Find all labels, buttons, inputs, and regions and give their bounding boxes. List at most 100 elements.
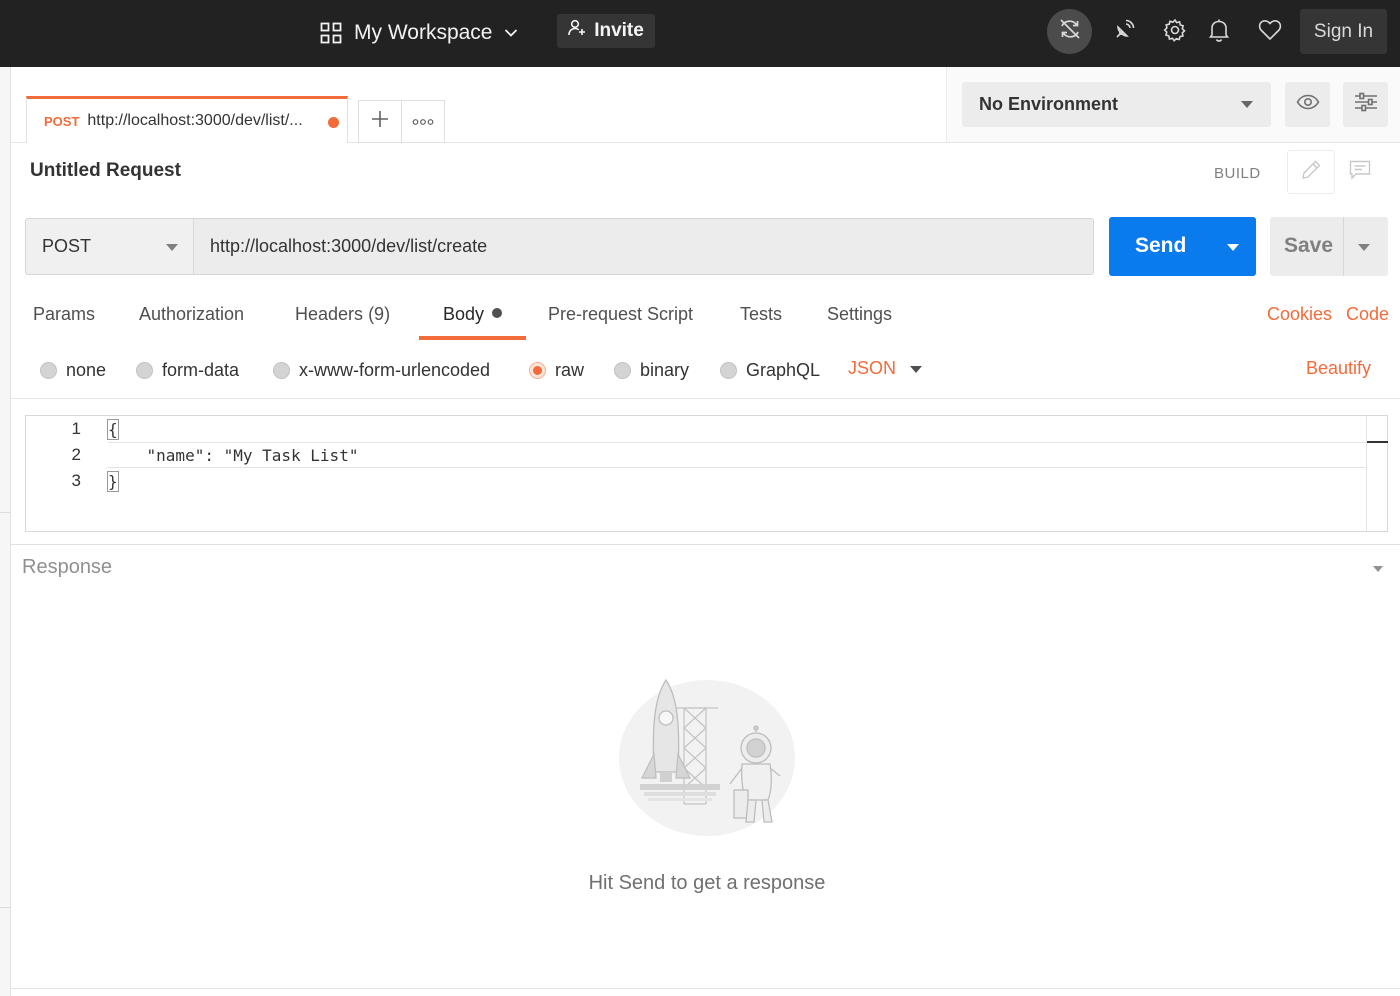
caret-down-icon: [1241, 101, 1253, 108]
settings-button[interactable]: [1155, 12, 1195, 52]
new-tab-button[interactable]: [358, 100, 401, 143]
notifications-button[interactable]: [1199, 12, 1239, 52]
bottom-border: [11, 988, 1400, 989]
response-empty-hint: Hit Send to get a response: [588, 872, 826, 894]
collapse-response-icon[interactable]: [1373, 566, 1383, 572]
tab-headers-label: Headers: [295, 304, 364, 324]
pencil-icon: [1300, 159, 1322, 186]
radio-button[interactable]: [720, 361, 737, 379]
send-options-caret-icon[interactable]: [1227, 244, 1239, 251]
body-type-raw[interactable]: raw: [529, 358, 584, 382]
radio-button[interactable]: [136, 361, 153, 379]
line-number: 2: [71, 445, 81, 464]
add-user-icon: [568, 19, 586, 43]
cookies-link[interactable]: Cookies: [1267, 304, 1332, 325]
edit-request-button[interactable]: [1287, 150, 1335, 194]
method-select[interactable]: POST: [25, 218, 194, 275]
tab-body[interactable]: Body: [443, 304, 503, 325]
invite-button[interactable]: Invite: [557, 14, 655, 48]
bell-icon: [1208, 18, 1230, 47]
rocket-astronaut-illustration: [614, 672, 800, 838]
body-code-editor[interactable]: 1 2 3 { "name": "My Task List" }: [25, 415, 1388, 532]
capture-button[interactable]: [1104, 12, 1144, 52]
line-number: 1: [71, 419, 81, 438]
plus-icon: [371, 110, 389, 133]
tab-options-button[interactable]: [401, 100, 445, 143]
gutter-divider: [0, 512, 11, 513]
save-options-caret-icon[interactable]: [1358, 244, 1370, 251]
tab-params[interactable]: Params: [33, 304, 95, 325]
scroll-thumb[interactable]: [1367, 441, 1388, 443]
gear-icon: [1163, 18, 1187, 47]
editor-scrollbar[interactable]: [1366, 416, 1388, 531]
code-line: }: [107, 471, 119, 492]
section-divider: [11, 398, 1400, 399]
radio-label: binary: [640, 359, 690, 380]
code-line: {: [107, 419, 119, 440]
tab-body-label: Body: [443, 304, 485, 324]
tab-method: POST: [44, 113, 80, 129]
send-label: Send: [1135, 234, 1187, 257]
body-format-select[interactable]: JSON: [848, 358, 896, 379]
unsaved-dot-icon: [328, 117, 339, 128]
radio-label: none: [66, 359, 107, 380]
save-label: Save: [1284, 234, 1334, 257]
tab-tests[interactable]: Tests: [740, 304, 782, 325]
body-type-urlencoded[interactable]: x-www-form-urlencoded: [273, 358, 490, 382]
invite-label: Invite: [594, 20, 644, 41]
caret-down-icon: [166, 244, 178, 251]
radio-label: x-www-form-urlencoded: [299, 359, 491, 380]
heart-icon: [1258, 19, 1282, 46]
radio-button[interactable]: [614, 361, 631, 379]
build-mode-label: BUILD: [1214, 165, 1261, 182]
sign-in-button[interactable]: Sign In: [1300, 9, 1387, 54]
tab-authorization[interactable]: Authorization: [139, 304, 244, 325]
tab-headers[interactable]: Headers (9): [295, 304, 390, 325]
radio-button[interactable]: [273, 361, 290, 379]
code-link[interactable]: Code: [1346, 304, 1389, 325]
tab-url: http://localhost:3000/dev/list/...: [87, 112, 303, 129]
radio-button[interactable]: [40, 361, 57, 379]
method-value: POST: [42, 236, 92, 256]
save-divider: [1343, 217, 1344, 276]
body-type-form-data[interactable]: form-data: [136, 358, 239, 382]
body-type-binary[interactable]: binary: [614, 358, 689, 382]
ellipsis-icon: [412, 113, 434, 131]
workspace-switcher[interactable]: My Workspace: [320, 17, 518, 49]
body-type-none[interactable]: none: [40, 358, 106, 382]
environment-select[interactable]: No Environment: [962, 82, 1271, 127]
environment-quick-look-button[interactable]: [1285, 82, 1330, 127]
comment-icon: [1349, 160, 1371, 185]
workspace-grid-icon: [320, 22, 342, 44]
save-button[interactable]: Save: [1270, 217, 1388, 276]
line-number: 3: [71, 471, 81, 490]
sync-off-icon: [1058, 17, 1082, 46]
gutter-divider: [0, 907, 11, 908]
sync-status-button[interactable]: [1047, 9, 1092, 54]
chevron-down-icon: [504, 28, 518, 38]
url-input[interactable]: http://localhost:3000/dev/list/create: [194, 218, 1094, 275]
response-divider[interactable]: [11, 544, 1400, 545]
active-tab-underline: [419, 336, 526, 340]
favorites-button[interactable]: [1250, 12, 1290, 52]
tab-prerequest-script[interactable]: Pre-request Script: [548, 304, 693, 325]
modified-dot-icon: [492, 308, 503, 318]
comments-button[interactable]: [1338, 150, 1382, 194]
radio-label: form-data: [162, 359, 240, 380]
body-type-graphql[interactable]: GraphQL: [720, 358, 820, 382]
manage-environments-button[interactable]: [1343, 82, 1388, 127]
request-tab[interactable]: POST http://localhost:3000/dev/list/...: [26, 96, 348, 143]
environment-value: No Environment: [979, 94, 1119, 114]
send-button[interactable]: Send: [1109, 217, 1256, 276]
format-caret-icon[interactable]: [910, 366, 922, 373]
request-name[interactable]: Untitled Request: [30, 160, 181, 182]
code-line: "name": "My Task List": [108, 446, 359, 465]
request-tabs-bar: POST http://localhost:3000/dev/list/...: [11, 67, 947, 143]
headers-count: (9): [368, 304, 391, 324]
environment-bar: No Environment: [947, 67, 1400, 143]
radio-button-selected[interactable]: [529, 361, 546, 379]
beautify-link[interactable]: Beautify: [1306, 358, 1371, 379]
tab-settings[interactable]: Settings: [827, 304, 892, 325]
left-sidebar-collapsed: [0, 67, 11, 996]
response-title: Response: [22, 556, 113, 578]
